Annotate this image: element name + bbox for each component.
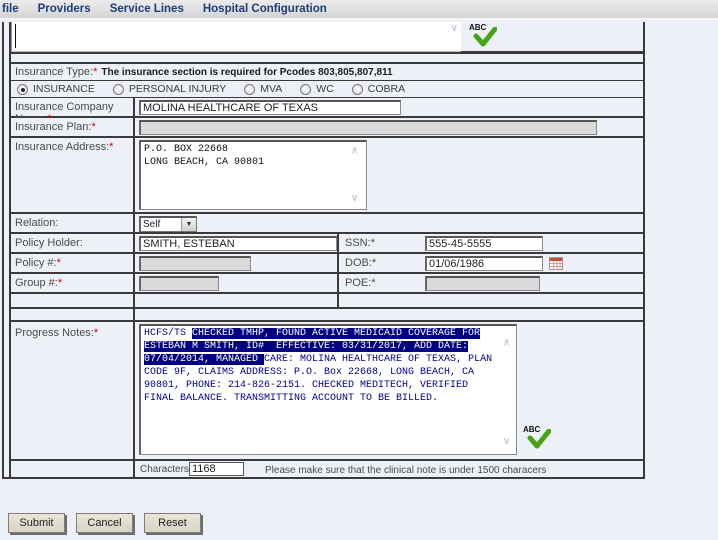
reset-button[interactable]: Reset bbox=[144, 513, 201, 533]
policy-holder-label: Policy Holder: bbox=[15, 237, 83, 249]
poe-input bbox=[425, 276, 540, 291]
insurance-plan-label: Insurance Plan: bbox=[15, 121, 91, 133]
progress-notes-textarea[interactable]: HCFS/TS CHECKED TMHP, FOUND ACTIVE MEDIC… bbox=[139, 324, 517, 455]
ssn-input[interactable] bbox=[425, 236, 543, 251]
required-asterisk: * bbox=[109, 141, 113, 153]
ssn-label: SSN: bbox=[345, 237, 371, 249]
characters-note: Please make sure that the clinical note … bbox=[265, 465, 546, 476]
characters-left-input[interactable] bbox=[189, 462, 244, 476]
notes-prefix-text: HCFS/TS bbox=[144, 328, 192, 339]
menu-item-hospital-configuration[interactable]: Hospital Configuration bbox=[203, 3, 327, 15]
relation-select[interactable]: Self ▼ bbox=[139, 216, 197, 232]
required-asterisk: * bbox=[94, 327, 98, 339]
form-actions: Submit Cancel Reset bbox=[8, 513, 201, 533]
radio-wc-label: WC bbox=[316, 83, 334, 95]
required-asterisk: * bbox=[58, 277, 62, 289]
policy-number-label: Policy #: bbox=[15, 257, 57, 269]
group-number-input bbox=[139, 276, 219, 291]
top-textarea[interactable]: ∨ bbox=[11, 22, 461, 52]
group-number-row: Group #:* POE:* bbox=[11, 274, 643, 294]
scrollbar-down-icon[interactable]: ∨ bbox=[451, 24, 458, 34]
group-number-label: Group #: bbox=[15, 277, 58, 289]
radio-mva[interactable]: MVA bbox=[244, 83, 282, 95]
menu-item-file[interactable]: file bbox=[2, 3, 19, 15]
insurance-type-row: Insurance Type:* The insurance section i… bbox=[11, 64, 643, 81]
insurance-type-options-row: INSURANCE PERSONAL INJURY MVA WC COBRA bbox=[11, 81, 643, 98]
progress-notes-row: Progress Notes:* HCFS/TS CHECKED TMHP, F… bbox=[11, 322, 643, 461]
scrollbar-down-icon[interactable]: ∨ bbox=[351, 194, 358, 204]
policy-number-input bbox=[139, 256, 251, 271]
scrollbar-up-icon[interactable]: ∧ bbox=[351, 146, 358, 156]
spellcheck-icon[interactable]: ABC bbox=[523, 425, 553, 451]
radio-button-icon[interactable] bbox=[244, 84, 255, 95]
required-asterisk: * bbox=[371, 277, 375, 289]
radio-cobra[interactable]: COBRA bbox=[352, 83, 405, 95]
radio-button-icon[interactable] bbox=[352, 84, 363, 95]
menu-item-providers[interactable]: Providers bbox=[38, 3, 91, 15]
radio-mva-label: MVA bbox=[260, 83, 282, 95]
spellcheck-icon[interactable]: ABC bbox=[469, 23, 499, 49]
insurance-plan-input bbox=[139, 120, 597, 135]
required-asterisk: * bbox=[91, 121, 95, 133]
menu-item-service-lines[interactable]: Service Lines bbox=[110, 3, 184, 15]
scrollbar-up-icon[interactable]: ∧ bbox=[503, 338, 510, 348]
relation-row: Relation: Self ▼ bbox=[11, 214, 643, 234]
radio-button-icon[interactable] bbox=[300, 84, 311, 95]
insurance-address-label: Insurance Address: bbox=[15, 141, 109, 153]
company-name-input[interactable] bbox=[139, 100, 401, 115]
empty-row bbox=[11, 294, 643, 309]
top-note-row: ∨ ABC bbox=[11, 22, 643, 54]
insurance-type-label: Insurance Type: bbox=[15, 66, 93, 78]
radio-insurance[interactable]: INSURANCE bbox=[17, 83, 95, 95]
radio-button-icon[interactable] bbox=[113, 84, 124, 95]
company-name-row: Insurance Company Name:* bbox=[11, 98, 643, 118]
green-check-icon bbox=[473, 27, 497, 47]
relation-select-value: Self bbox=[141, 218, 181, 231]
submit-button[interactable]: Submit bbox=[8, 513, 65, 533]
insurance-address-row: Insurance Address:* P.O. BOX 22668 LONG … bbox=[11, 138, 643, 214]
radio-personal-injury[interactable]: PERSONAL INJURY bbox=[113, 83, 226, 95]
insurance-form: ∨ ABC Insurance Type:* The insurance sec… bbox=[2, 22, 645, 479]
policy-holder-row: Policy Holder: SSN:* bbox=[11, 234, 643, 254]
radio-wc[interactable]: WC bbox=[300, 83, 334, 95]
dob-label: DOB: bbox=[345, 257, 372, 269]
policy-number-row: Policy #:* DOB:* bbox=[11, 254, 643, 274]
radio-button-icon[interactable] bbox=[17, 84, 28, 95]
relation-label: Relation: bbox=[15, 217, 58, 229]
characters-left-row: Characters left Please make sure that th… bbox=[11, 461, 643, 477]
menu-bar: file Providers Service Lines Hospital Co… bbox=[0, 0, 718, 20]
insurance-plan-row: Insurance Plan:* bbox=[11, 118, 643, 138]
empty-row bbox=[11, 54, 643, 64]
required-asterisk: * bbox=[57, 257, 61, 269]
empty-row bbox=[11, 309, 643, 322]
green-check-icon bbox=[527, 429, 551, 449]
dob-input[interactable] bbox=[425, 256, 543, 271]
policy-holder-input[interactable] bbox=[139, 236, 337, 251]
insurance-type-note: The insurance section is required for Pc… bbox=[101, 67, 392, 78]
insurance-address-textarea[interactable]: P.O. BOX 22668 LONG BEACH, CA 90801 bbox=[139, 140, 367, 210]
radio-personal-injury-label: PERSONAL INJURY bbox=[129, 83, 226, 95]
cancel-button[interactable]: Cancel bbox=[76, 513, 133, 533]
radio-insurance-label: INSURANCE bbox=[33, 83, 95, 95]
required-asterisk: * bbox=[93, 66, 97, 78]
progress-notes-label: Progress Notes: bbox=[15, 327, 94, 339]
required-asterisk: * bbox=[371, 237, 375, 249]
chevron-down-icon[interactable]: ▼ bbox=[181, 218, 196, 231]
radio-cobra-label: COBRA bbox=[368, 83, 405, 95]
calendar-icon[interactable] bbox=[549, 257, 563, 270]
scrollbar-down-icon[interactable]: ∨ bbox=[503, 437, 510, 447]
poe-label: POE: bbox=[345, 277, 371, 289]
text-caret bbox=[15, 24, 16, 48]
required-asterisk: * bbox=[372, 257, 376, 269]
